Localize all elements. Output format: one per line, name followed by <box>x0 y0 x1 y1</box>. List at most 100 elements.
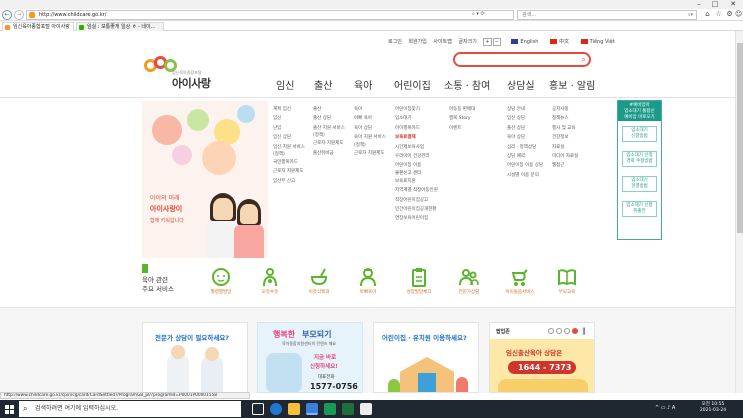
file-explorer-icon[interactable] <box>288 403 300 415</box>
happy-parent-card[interactable]: 행복한 부모되기 육아종합지원센터의 컨텐츠 해요 지금 바로 신청하세요! 대… <box>257 322 363 393</box>
sitemap-link[interactable]: 사이트맵 <box>433 39 451 45</box>
menu-item[interactable]: 행복 Story <box>449 114 475 123</box>
menu-item[interactable]: 민간어린이집공개현황 <box>395 205 438 214</box>
menu-item[interactable]: 연장보육어린이집 <box>395 214 438 223</box>
nav-pregnancy[interactable]: 임신 <box>276 77 294 92</box>
font-increase-button[interactable]: + <box>483 38 492 46</box>
carousel-dot[interactable] <box>548 328 554 334</box>
refresh-icon[interactable]: ⌕ ▾ ⟳ <box>472 10 485 18</box>
signup-link[interactable]: 회원가입 <box>408 39 426 45</box>
nav-childrearing[interactable]: 육아 <box>354 77 372 92</box>
nav-daycare[interactable]: 어린이집 <box>394 77 431 92</box>
menu-item[interactable]: 시설별 이용 문의 <box>507 171 543 180</box>
service-childcare[interactable]: 아이돌봄서비스 <box>502 267 538 295</box>
smiley-icon[interactable]: ☺ <box>735 10 742 19</box>
popupzone-banner[interactable]: 임신출산육아 상담은 1644 - 7373 <box>490 339 594 392</box>
url-input[interactable]: http://www.childcare.go.kr/ <box>26 10 514 20</box>
menu-item[interactable]: 어린이집찾기 <box>395 105 438 114</box>
windows-start-icon[interactable] <box>0 400 18 418</box>
menu-item[interactable]: 어린이집 이용 상담 <box>507 161 543 170</box>
menu-item[interactable]: 시간제보육사업 <box>395 143 438 152</box>
menu-item[interactable]: 아이행복카드 <box>395 124 438 133</box>
menu-item[interactable]: 임산부 신고 <box>273 177 305 186</box>
service-baby-food[interactable]: 이유식백과 <box>301 267 337 295</box>
menu-item[interactable]: 공지사항 <box>552 105 578 114</box>
service-breastfeeding[interactable]: 모유수유 <box>252 267 288 295</box>
service-growth-check[interactable]: 성장발달체크 <box>401 267 437 295</box>
menu-item[interactable]: 출산뒤바금 <box>313 149 345 158</box>
menu-item[interactable]: 출산 상담 <box>313 114 345 123</box>
menu-item[interactable]: 출산 <box>313 105 345 114</box>
close-icon[interactable]: ✕ <box>726 0 740 9</box>
menu-item[interactable]: 웹접근 <box>552 161 578 170</box>
login-link[interactable]: 로그인 <box>388 39 402 45</box>
taskbar-clock[interactable]: 오전 10:55 2021-03-24 <box>693 402 733 414</box>
promo-banner[interactable]: 아이의 미래 아이사랑이 함께 키워갑니다 <box>142 101 268 258</box>
menu-item[interactable]: 상담 예약 <box>507 152 543 161</box>
pause-icon[interactable]: ‖ <box>582 327 586 335</box>
popup-header[interactable]: #예비엄마 입소대기 통합신 예비맘 바로오기 <box>618 101 661 121</box>
menu-item[interactable]: 출산 상담 <box>507 124 543 133</box>
carousel-dot[interactable] <box>556 328 562 334</box>
menu-item[interactable]: 정책뉴스 <box>552 114 578 123</box>
carousel-dot-active[interactable] <box>572 328 578 334</box>
menu-item[interactable]: 행사 및 교육 <box>552 124 578 133</box>
daycare-kinder-card[interactable]: 어린이집 · 유치원 이용하세요? <box>373 322 479 393</box>
excel-icon[interactable] <box>342 403 354 415</box>
carousel-dot[interactable] <box>564 328 570 334</box>
search-icon[interactable]: ⌕▾ <box>688 11 693 19</box>
nav-birth[interactable]: 출산 <box>314 77 332 92</box>
tab-naver-blog[interactable]: 임실 : 보통좋게 일상 ㅎ - 네이... <box>76 22 164 31</box>
waitlist-status-button[interactable]: 입소대기 현결방법 <box>622 176 657 192</box>
menu-item[interactable]: 심리 · 정책상담 <box>507 143 543 152</box>
service-father-care[interactable]: 아빠육아 <box>350 267 386 295</box>
menu-item[interactable]: 이벤트 <box>449 124 475 133</box>
menu-item[interactable]: 난임 <box>273 124 305 133</box>
waitlist-cancel-button[interactable]: 입소대기 신청 취출전 <box>622 201 657 217</box>
app-icon[interactable] <box>324 403 336 415</box>
scrollbar-thumb[interactable] <box>737 43 743 233</box>
service-expert-counseling[interactable]: 전문가상담 <box>451 267 487 295</box>
site-logo[interactable]: 임신육아종합포털 아이사랑 <box>144 53 240 93</box>
menu-item[interactable]: 육아 지원 서비스 <box>354 133 386 142</box>
menu-item[interactable]: 지역계별 적정아동인원 <box>395 186 438 195</box>
system-tray[interactable]: ^ ▭ ♪ A <box>655 405 675 411</box>
task-view-icon[interactable] <box>252 403 264 415</box>
expert-counseling-card[interactable]: 전문가 상담이 필요하세요? <box>142 322 248 393</box>
edge-browser-icon[interactable] <box>270 403 282 415</box>
vertical-scrollbar[interactable] <box>735 31 743 393</box>
font-decrease-button[interactable]: − <box>492 38 501 46</box>
menu-item[interactable]: 어린이집 이용 <box>395 161 438 170</box>
menu-item[interactable]: 임신 지원 서비스 <box>273 143 305 152</box>
browser-search-input[interactable]: 검색... ⌕▾ <box>517 10 697 20</box>
waitlist-edit-path-button[interactable]: 입소대기 신청 경로 수정방법 <box>622 151 657 167</box>
menu-item[interactable]: 입소대기 <box>395 114 438 123</box>
menu-item[interactable]: 아빠 육아 <box>354 114 386 123</box>
lang-chinese[interactable]: 中文 <box>559 39 569 45</box>
menu-item[interactable]: 임신 상담 <box>273 133 305 142</box>
menu-item[interactable]: 육아 상담 <box>507 133 543 142</box>
menu-item[interactable]: 임신 <box>273 114 305 123</box>
menu-item[interactable]: 근로자 지원제도 <box>354 149 386 158</box>
taskbar-search-input[interactable]: ⌕ 검색하려면 여기에 입력하십시오. <box>19 401 241 417</box>
favorites-star-icon[interactable]: ☆ <box>714 10 723 19</box>
ime-indicator[interactable]: A <box>672 405 675 411</box>
lang-english[interactable]: English <box>520 39 538 45</box>
menu-item[interactable]: 육아 <box>354 105 386 114</box>
internet-explorer-icon[interactable] <box>306 403 318 415</box>
service-parent-education[interactable]: 부모교육 <box>549 267 585 295</box>
menu-item[interactable]: 계획 임신 <box>273 105 305 114</box>
menu-item[interactable]: 자료실 <box>552 143 578 152</box>
menu-item[interactable]: 직장어린이집공고 <box>395 196 438 205</box>
menu-item-highlight[interactable]: 보육료결제 <box>395 133 438 142</box>
back-icon[interactable]: ← <box>2 10 12 20</box>
site-search-input[interactable]: ⌕ <box>453 52 591 67</box>
waitlist-apply-method-button[interactable]: 입소대기 신청방법 <box>622 126 657 142</box>
lang-vietnamese[interactable]: Tiếng Việt <box>590 39 615 45</box>
menu-item[interactable]: 건강정보 <box>552 133 578 142</box>
menu-item[interactable]: 근로자 지원제도 <box>273 167 305 176</box>
menu-item[interactable]: 임신 상담 <box>507 114 543 123</box>
menu-item[interactable]: 아동동 판매대 <box>449 105 475 114</box>
forward-icon[interactable]: → <box>14 10 24 20</box>
maximize-icon[interactable]: □ <box>708 0 722 9</box>
